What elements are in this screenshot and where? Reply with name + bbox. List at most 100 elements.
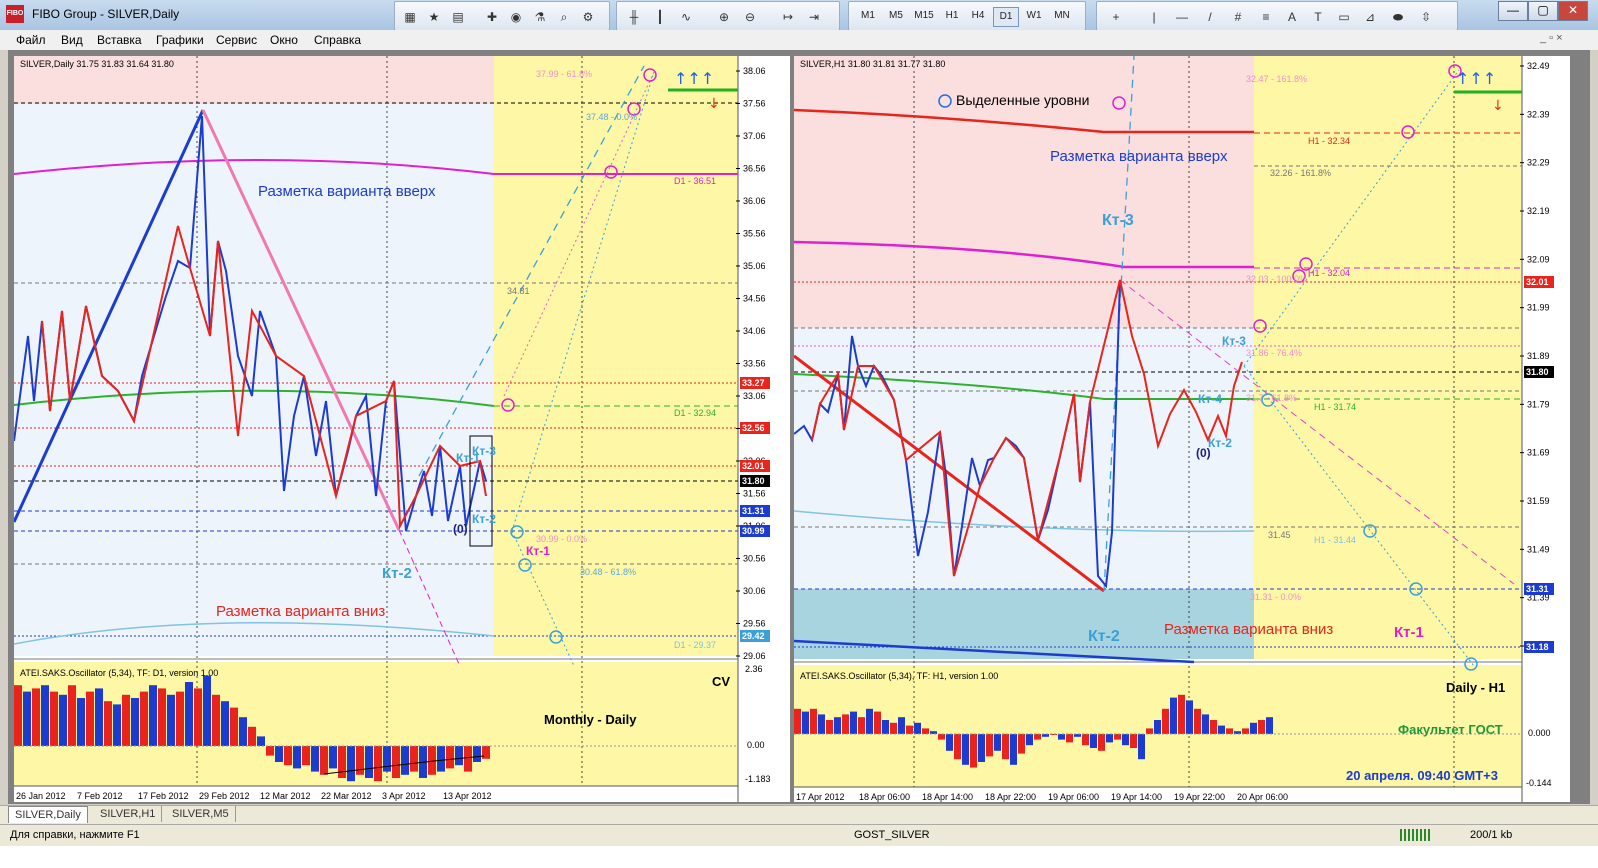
ellipse-icon[interactable]: ⬬ <box>1387 6 1409 28</box>
fibo-label: 37.99 - 61.8% <box>536 69 593 79</box>
point-kt2-label: Кт-2 <box>1088 628 1120 645</box>
oscillator-bar <box>401 746 409 775</box>
oscillator-bar <box>392 746 400 778</box>
oscillator-bar <box>906 725 913 734</box>
fibo-retracement-icon[interactable]: ≡ <box>1255 6 1277 28</box>
date-axis-label: 26 Jan 2012 <box>16 791 66 801</box>
timeframe-h4[interactable]: H4 <box>967 7 989 25</box>
oscillator-bar <box>176 691 184 746</box>
candle-chart-icon[interactable]: ┃ <box>649 6 671 28</box>
menu-tools[interactable]: Сервис <box>216 33 257 47</box>
autoscroll-icon[interactable]: ↦ <box>777 6 799 28</box>
zoom-search-icon[interactable]: ⌕ <box>553 6 575 28</box>
chart-silver-h1[interactable]: ↑↑↑ ↓ 32.49 32.39 32.29 32.19 32.09 31.99 31.8… <box>794 56 1570 802</box>
horizontal-line-icon[interactable]: — <box>1171 6 1193 28</box>
oscillator-bar <box>1106 734 1113 743</box>
menu-help[interactable]: Справка <box>314 33 361 47</box>
chart-header: SILVER,Daily 31.75 31.83 31.64 31.80 <box>20 59 174 69</box>
price-scale-label: 32.49 <box>1527 61 1550 71</box>
oscillator-bar <box>104 701 112 746</box>
oscillator-bar <box>32 688 40 746</box>
date-axis-label: 3 Apr 2012 <box>382 791 426 801</box>
oscillator-bar <box>882 720 889 734</box>
arrows-dropdown-icon[interactable]: ⇳ <box>1415 6 1437 28</box>
price-scale-label: 38.06 <box>743 66 766 76</box>
new-order-icon[interactable]: ✚ <box>481 6 503 28</box>
menu-view[interactable]: Вид <box>61 33 83 47</box>
oscillator-bar <box>922 728 929 734</box>
oscillator-bar <box>86 691 94 746</box>
chart-shift-icon[interactable]: ⇥ <box>803 6 825 28</box>
oscillator-bar <box>257 736 265 746</box>
oscillator-bar <box>1242 728 1249 734</box>
date-axis-label: 17 Feb 2012 <box>138 791 189 801</box>
connection-bars-icon <box>1400 829 1430 841</box>
menu-insert[interactable]: Вставка <box>97 33 142 47</box>
point-kt4-label: Кт-4 <box>1198 392 1222 406</box>
text-label-icon[interactable]: T <box>1307 6 1329 28</box>
maximize-button[interactable]: ▢ <box>1528 1 1558 21</box>
alert-icon[interactable]: ◉ <box>505 6 527 28</box>
expert-icon[interactable]: ⚙ <box>577 6 599 28</box>
line-chart-icon[interactable]: ∿ <box>675 6 697 28</box>
oscillator-bar <box>1194 708 1201 734</box>
new-chart-icon[interactable]: ▦ <box>399 6 421 28</box>
tab-silver-m5[interactable]: SILVER,M5 <box>166 806 236 822</box>
timeframe-m1[interactable]: M1 <box>857 7 879 25</box>
zoom-out-icon[interactable]: ⊖ <box>739 6 761 28</box>
menu-window[interactable]: Окно <box>270 33 298 47</box>
price-scale-label: 31.56 <box>743 489 766 499</box>
close-button[interactable]: ✕ <box>1558 1 1588 21</box>
price-scale-label: 34.06 <box>743 326 766 336</box>
bar-chart-icon[interactable]: ╫ <box>623 6 645 28</box>
timeframe-h1[interactable]: H1 <box>941 7 963 25</box>
fibo-label: 37.48 - 0.0% <box>586 112 638 122</box>
chart-silver-daily[interactable]: ↑↑↑ ↓ 38.06 37.56 37.06 36.56 36.06 35.56 35.0… <box>14 56 790 802</box>
oscillator-bar <box>230 707 238 746</box>
vertical-line-icon[interactable]: | <box>1143 6 1165 28</box>
timeframe-m15[interactable]: M15 <box>911 7 937 25</box>
timeframe-m5[interactable]: M5 <box>885 7 907 25</box>
price-tag-value: 31.31 <box>1526 584 1549 594</box>
toolbar-periods: M1 M5 M15 H1 H4 D1 W1 MN <box>848 1 1086 31</box>
equidistant-channel-icon[interactable]: # <box>1227 6 1249 28</box>
favorites-icon[interactable]: ★ <box>423 6 445 28</box>
tester-icon[interactable]: ⚗ <box>529 6 551 28</box>
menu-charts[interactable]: Графики <box>156 33 204 47</box>
date-axis-label: 20 Apr 06:00 <box>1237 792 1288 802</box>
oscillator-bar <box>455 746 463 766</box>
oscillator-bar <box>410 746 418 772</box>
date-axis-label: 19 Apr 22:00 <box>1174 792 1225 802</box>
zoom-in-icon[interactable]: ⊕ <box>713 6 735 28</box>
mdi-controls[interactable]: _ ▫ × <box>1540 32 1563 44</box>
oscillator-bar <box>826 720 833 734</box>
chart-header: SILVER,H1 31.80 31.81 31.77 31.80 <box>800 59 946 69</box>
down-arrow-icon: ↓ <box>1492 98 1504 114</box>
price-scale-label: 31.69 <box>1527 448 1550 458</box>
osc-scale-zero: 0.00 <box>747 740 765 750</box>
price-scale-label: 29.06 <box>743 651 766 661</box>
menu-file[interactable]: Файл <box>16 33 46 47</box>
oscillator-bar <box>77 698 85 746</box>
tab-silver-h1[interactable]: SILVER,H1 <box>94 806 163 822</box>
minimize-button[interactable]: — <box>1498 1 1528 21</box>
timeframe-mn[interactable]: MN <box>1049 7 1075 25</box>
templates-icon[interactable]: ▤ <box>447 6 469 28</box>
oscillator-bar <box>946 734 953 751</box>
timeframe-w1[interactable]: W1 <box>1023 7 1045 25</box>
fibo-fan-icon[interactable]: ⊿ <box>1359 6 1381 28</box>
oscillator-bar <box>850 711 857 734</box>
timeframe-d1[interactable]: D1 <box>993 7 1019 27</box>
trendline-icon[interactable]: / <box>1199 6 1221 28</box>
price-tag-value: 31.18 <box>1526 642 1549 652</box>
text-icon[interactable]: A <box>1281 6 1303 28</box>
oscillator-bar <box>59 694 67 746</box>
daily-price-chart[interactable]: ↑↑↑ ↓ 38.06 37.56 37.06 36.56 36.06 35.56 35.0… <box>14 56 790 802</box>
oscillator-bar <box>914 722 921 734</box>
oscillator-bar <box>818 714 825 734</box>
rectangle-icon[interactable]: ▭ <box>1333 6 1355 28</box>
oscillator-bar <box>320 746 328 775</box>
tab-silver-daily[interactable]: SILVER,Daily <box>8 806 88 823</box>
level-label: D1 - 32.94 <box>674 408 717 418</box>
crosshair-icon[interactable]: + <box>1105 6 1127 28</box>
